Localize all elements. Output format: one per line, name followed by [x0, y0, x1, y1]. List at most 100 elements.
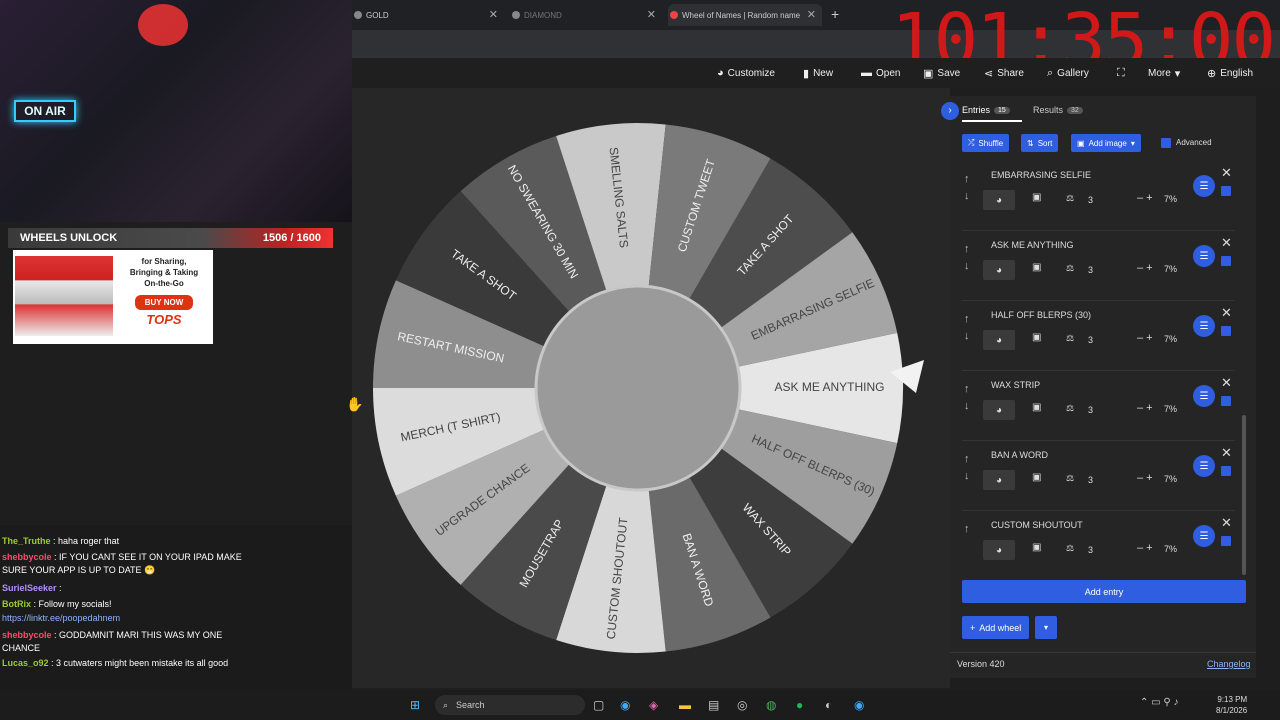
- entry-weight[interactable]: 3: [1088, 335, 1093, 345]
- remove-entry-icon[interactable]: ✕: [1221, 515, 1232, 531]
- move-down-icon[interactable]: ↓: [964, 330, 970, 342]
- move-down-icon[interactable]: ↓: [964, 400, 970, 412]
- entry-settings-icon[interactable]: ☰: [1193, 175, 1215, 197]
- entry-enabled-checkbox[interactable]: [1221, 396, 1231, 406]
- add-wheel-dropdown[interactable]: ▾: [1035, 616, 1057, 639]
- remove-entry-icon[interactable]: ✕: [1221, 235, 1232, 251]
- store-icon[interactable]: ▤: [708, 698, 719, 712]
- entry-settings-icon[interactable]: ☰: [1193, 245, 1215, 267]
- entry-settings-icon[interactable]: ☰: [1193, 385, 1215, 407]
- add-image-button[interactable]: ▣ Add image ▾: [1071, 134, 1141, 152]
- entry-image-icon[interactable]: ▣: [1032, 542, 1041, 553]
- customize-button[interactable]: ◕ Customize: [717, 64, 775, 82]
- move-up-icon[interactable]: ↑: [964, 383, 970, 395]
- entry-settings-icon[interactable]: ☰: [1193, 455, 1215, 477]
- move-down-icon[interactable]: ↓: [964, 470, 970, 482]
- language-select[interactable]: ⊕ English: [1207, 64, 1253, 82]
- entry-image-icon[interactable]: ▣: [1032, 472, 1041, 483]
- move-up-icon[interactable]: ↑: [964, 173, 970, 185]
- move-down-icon[interactable]: ↓: [964, 190, 970, 202]
- chat-username[interactable]: BotRix: [2, 599, 31, 609]
- entry-row[interactable]: ↑ ↓ BAN A WORD ◕ ▣ ⚖ 3 – + 7% ☰ ✕: [962, 443, 1235, 511]
- tab-entries[interactable]: Entries 15: [962, 105, 1010, 115]
- chat-username[interactable]: The_Truthe: [2, 536, 51, 546]
- more-menu[interactable]: More ▾: [1148, 64, 1180, 82]
- weight-stepper[interactable]: – +: [1137, 262, 1153, 274]
- wheel[interactable]: ASK ME ANYTHINGHALF OFF BLERPS (30)WAX S…: [373, 123, 903, 653]
- tab-results[interactable]: Results 32: [1033, 105, 1083, 115]
- move-up-icon[interactable]: ↑: [964, 313, 970, 325]
- close-tab-icon[interactable]: ✕: [647, 8, 656, 21]
- add-wheel-button[interactable]: + Add wheel: [962, 616, 1030, 639]
- tab-wheel-of-names[interactable]: Wheel of Names | Random name p ✕: [668, 4, 822, 26]
- chat-username[interactable]: shebbycole: [2, 552, 52, 562]
- entry-enabled-checkbox[interactable]: [1221, 256, 1231, 266]
- move-up-icon[interactable]: ↑: [964, 453, 970, 465]
- xbox-icon[interactable]: ◎: [737, 698, 747, 712]
- ad-buy-button[interactable]: BUY NOW: [135, 295, 193, 310]
- remove-entry-icon[interactable]: ✕: [1221, 305, 1232, 321]
- entry-name[interactable]: ASK ME ANYTHING: [991, 240, 1074, 250]
- close-tab-icon[interactable]: ✕: [807, 8, 816, 21]
- advanced-checkbox[interactable]: [1161, 138, 1171, 148]
- entry-color-button[interactable]: ◕: [983, 190, 1015, 210]
- file-explorer-icon[interactable]: ▬: [679, 698, 691, 712]
- shuffle-button[interactable]: ⤮ Shuffle: [962, 134, 1010, 152]
- chat-username[interactable]: shebbycole: [2, 630, 52, 640]
- wheel-svg[interactable]: ASK ME ANYTHINGHALF OFF BLERPS (30)WAX S…: [352, 88, 950, 688]
- add-entry-button[interactable]: Add entry: [962, 580, 1246, 603]
- entry-enabled-checkbox[interactable]: [1221, 326, 1231, 336]
- chat-username[interactable]: SurielSeeker: [2, 583, 57, 593]
- entry-weight[interactable]: 3: [1088, 405, 1093, 415]
- taskbar-clock[interactable]: 9:13 PM 8/1/2026: [1216, 694, 1247, 716]
- entry-row[interactable]: ↑ ↓ ASK ME ANYTHING ◕ ▣ ⚖ 3 – + 7% ☰ ✕: [962, 233, 1235, 301]
- collapse-panel-icon[interactable]: ›: [941, 102, 959, 120]
- start-icon[interactable]: ⊞: [410, 698, 420, 712]
- entry-name[interactable]: WAX STRIP: [991, 380, 1040, 390]
- wheel-center-image[interactable]: [534, 284, 742, 492]
- entry-name[interactable]: EMBARRASING SELFIE: [991, 170, 1091, 180]
- weight-stepper[interactable]: – +: [1137, 402, 1153, 414]
- entry-weight[interactable]: 3: [1088, 195, 1093, 205]
- entry-name[interactable]: CUSTOM SHOUTOUT: [991, 520, 1083, 530]
- weight-stepper[interactable]: – +: [1137, 472, 1153, 484]
- entry-image-icon[interactable]: ▣: [1032, 332, 1041, 343]
- entry-row[interactable]: ↑ CUSTOM SHOUTOUT ◕ ▣ ⚖ 3 – + 7% ☰ ✕: [962, 513, 1235, 581]
- weight-stepper[interactable]: – +: [1137, 542, 1153, 554]
- new-button[interactable]: ▮ New: [803, 64, 833, 82]
- chat-username[interactable]: Lucas_o92: [2, 658, 49, 668]
- entry-weight[interactable]: 3: [1088, 545, 1093, 555]
- spotify-icon[interactable]: ●: [796, 698, 803, 712]
- entry-row[interactable]: ↑ ↓ HALF OFF BLERPS (30) ◕ ▣ ⚖ 3 – + 7% ☰ ✕: [962, 303, 1235, 371]
- new-tab-button[interactable]: +: [831, 6, 839, 22]
- tab-gold[interactable]: GOLD ✕: [352, 4, 504, 26]
- entry-row[interactable]: ↑ ↓ WAX STRIP ◕ ▣ ⚖ 3 – + 7% ☰ ✕: [962, 373, 1235, 441]
- share-button[interactable]: ⋖ Share: [984, 64, 1024, 82]
- entry-settings-icon[interactable]: ☰: [1193, 315, 1215, 337]
- move-down-icon[interactable]: ↓: [964, 260, 970, 272]
- tab-diamond[interactable]: DIAMOND ✕: [510, 4, 662, 26]
- move-up-icon[interactable]: ↑: [964, 243, 970, 255]
- close-tab-icon[interactable]: ✕: [489, 8, 498, 21]
- changelog-link[interactable]: Changelog: [1207, 659, 1251, 669]
- entry-weight[interactable]: 3: [1088, 475, 1093, 485]
- chrome-icon[interactable]: ◍: [766, 698, 776, 712]
- entry-image-icon[interactable]: ▣: [1032, 192, 1041, 203]
- remove-entry-icon[interactable]: ✕: [1221, 375, 1232, 391]
- entry-color-button[interactable]: ◕: [983, 260, 1015, 280]
- entry-name[interactable]: BAN A WORD: [991, 450, 1048, 460]
- entry-enabled-checkbox[interactable]: [1221, 536, 1231, 546]
- copilot-icon[interactable]: ◈: [649, 698, 658, 712]
- remove-entry-icon[interactable]: ✕: [1221, 445, 1232, 461]
- weight-stepper[interactable]: – +: [1137, 192, 1153, 204]
- save-button[interactable]: ▣ Save: [923, 64, 960, 82]
- entries-scrollbar[interactable]: [1242, 415, 1246, 575]
- tray-icons[interactable]: ⌃ ▭ ⚲ ♪: [1140, 697, 1179, 708]
- gallery-button[interactable]: ⌕ Gallery: [1047, 64, 1089, 82]
- entry-row[interactable]: ↑ ↓ EMBARRASING SELFIE ◕ ▣ ⚖ 3 – + 7% ☰ ✕: [962, 163, 1235, 231]
- edge-pinned-icon[interactable]: ◉: [854, 698, 864, 712]
- entry-enabled-checkbox[interactable]: [1221, 466, 1231, 476]
- entry-enabled-checkbox[interactable]: [1221, 186, 1231, 196]
- entry-settings-icon[interactable]: ☰: [1193, 525, 1215, 547]
- entry-image-icon[interactable]: ▣: [1032, 402, 1041, 413]
